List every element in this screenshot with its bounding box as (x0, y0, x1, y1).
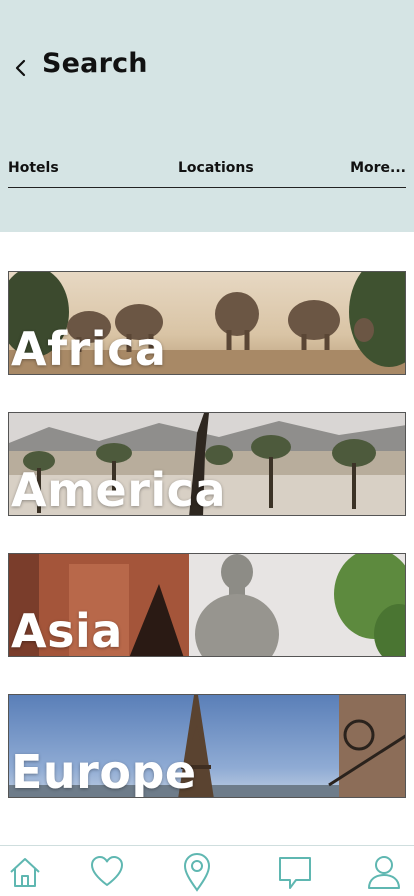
header: Search Hotels Locations More... (0, 0, 414, 232)
destination-card-asia[interactable]: Asia (8, 553, 406, 657)
page-title: Search (42, 48, 148, 79)
back-button[interactable] (8, 54, 32, 82)
destination-label: Africa (11, 322, 167, 375)
tab-bar: Hotels Locations More... (8, 158, 406, 188)
bottom-nav (0, 845, 414, 896)
heart-icon (91, 856, 123, 886)
tab-locations[interactable]: Locations (178, 160, 254, 176)
tab-hotels[interactable]: Hotels (8, 160, 59, 176)
destination-card-africa[interactable]: Africa (8, 271, 406, 375)
nav-profile[interactable] (364, 852, 404, 892)
destination-label: Asia (11, 604, 123, 657)
destination-card-europe[interactable]: Europe (8, 694, 406, 798)
chat-icon (279, 857, 311, 889)
destination-label: America (11, 463, 226, 516)
destination-label: Europe (11, 745, 197, 798)
home-icon (10, 858, 40, 887)
location-pin-icon (183, 852, 211, 892)
nav-favorites[interactable] (87, 852, 127, 892)
nav-home[interactable] (5, 852, 45, 892)
chevron-left-icon (15, 59, 26, 77)
tab-more[interactable]: More... (350, 160, 406, 176)
user-icon (368, 856, 400, 889)
nav-map[interactable] (177, 852, 217, 892)
destination-card-america[interactable]: America (8, 412, 406, 516)
nav-messages[interactable] (275, 852, 315, 892)
